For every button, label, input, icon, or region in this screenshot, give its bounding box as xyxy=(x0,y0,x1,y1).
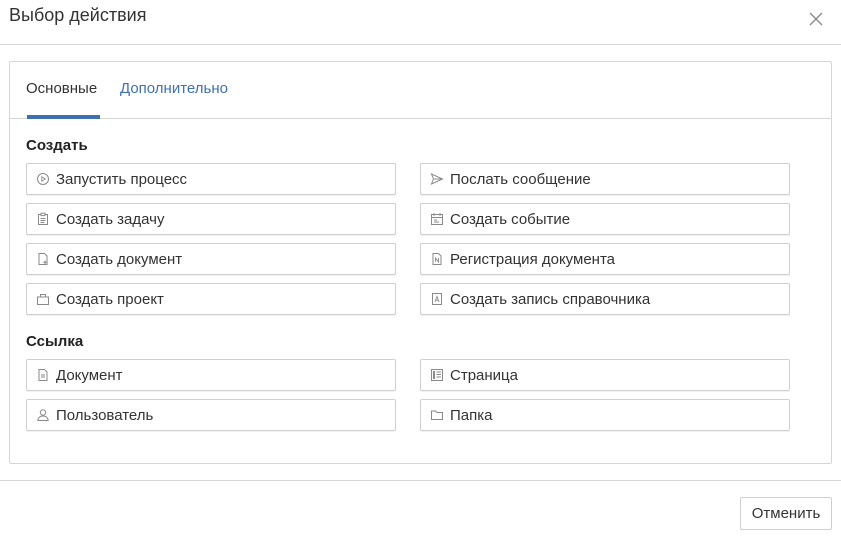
create-directory-entry-label: Создать запись справочника xyxy=(450,290,651,308)
create-event-label: Создать событие xyxy=(450,210,571,228)
directory-entry-icon xyxy=(430,292,444,306)
cancel-button[interactable]: Отменить xyxy=(740,497,832,530)
close-icon xyxy=(809,12,823,26)
create-task-label: Создать задачу xyxy=(56,210,165,228)
page-icon xyxy=(430,368,444,382)
tab-additional[interactable]: Дополнительно xyxy=(120,80,228,108)
create-project-label: Создать проект xyxy=(56,290,164,308)
action-select-dialog: Выбор действия Основные Дополнительно Со… xyxy=(0,0,841,536)
link-folder-button[interactable]: Папка xyxy=(420,399,790,431)
calendar-event-icon xyxy=(430,212,444,226)
document-register-icon xyxy=(430,252,444,266)
create-document-label: Создать документ xyxy=(56,250,183,268)
register-document-label: Регистрация документа xyxy=(450,250,615,268)
send-icon xyxy=(430,172,444,186)
active-tab-indicator xyxy=(27,115,100,119)
dialog-title: Выбор действия xyxy=(9,5,147,25)
document-add-icon xyxy=(36,252,50,266)
send-message-button[interactable]: Послать сообщение xyxy=(420,163,790,195)
tab-bar: Основные Дополнительно xyxy=(10,62,831,119)
footer-divider xyxy=(0,480,841,481)
play-circle-icon xyxy=(36,172,50,186)
create-document-button[interactable]: Создать документ xyxy=(26,243,396,275)
tab-main[interactable]: Основные xyxy=(26,80,97,108)
send-message-label: Послать сообщение xyxy=(450,170,591,188)
document-icon xyxy=(36,368,50,382)
link-document-label: Документ xyxy=(56,366,123,384)
link-user-label: Пользователь xyxy=(56,406,154,424)
briefcase-icon xyxy=(36,292,50,306)
register-document-button[interactable]: Регистрация документа xyxy=(420,243,790,275)
dialog-header: Выбор действия xyxy=(0,0,841,45)
create-directory-entry-button[interactable]: Создать запись справочника xyxy=(420,283,790,315)
user-icon xyxy=(36,408,50,422)
section-title-link: Ссылка xyxy=(26,333,84,350)
start-process-label: Запустить процесс xyxy=(56,170,188,188)
create-event-button[interactable]: Создать событие xyxy=(420,203,790,235)
task-clipboard-icon xyxy=(36,212,50,226)
close-button[interactable] xyxy=(805,8,827,30)
section-title-create: Создать xyxy=(26,137,88,154)
actions-panel: Основные Дополнительно Создать Запустить… xyxy=(9,61,832,464)
link-document-button[interactable]: Документ xyxy=(26,359,396,391)
link-page-label: Страница xyxy=(450,366,518,384)
create-project-button[interactable]: Создать проект xyxy=(26,283,396,315)
start-process-button[interactable]: Запустить процесс xyxy=(26,163,396,195)
create-task-button[interactable]: Создать задачу xyxy=(26,203,396,235)
link-user-button[interactable]: Пользователь xyxy=(26,399,396,431)
folder-icon xyxy=(430,408,444,422)
link-page-button[interactable]: Страница xyxy=(420,359,790,391)
link-folder-label: Папка xyxy=(450,406,493,424)
